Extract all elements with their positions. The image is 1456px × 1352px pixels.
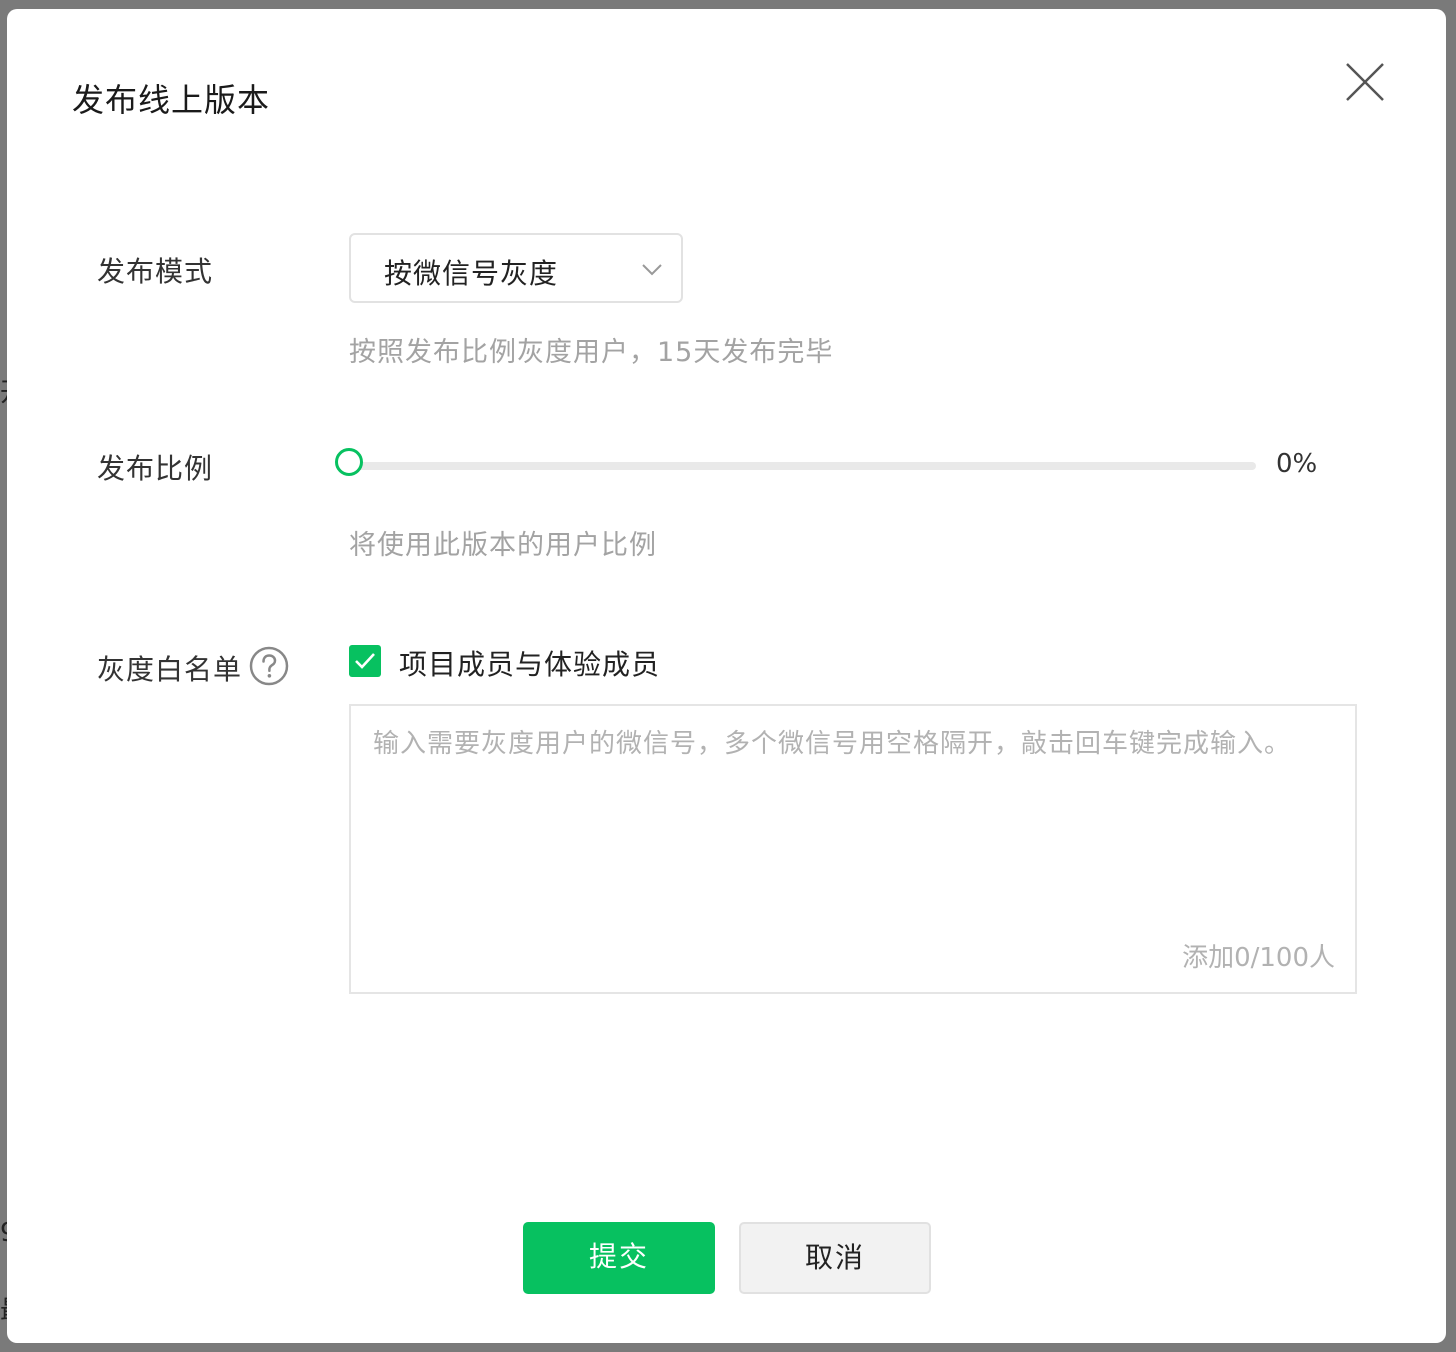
close-icon [1346, 63, 1384, 101]
check-icon [355, 653, 375, 669]
release-ratio-value: 0% [1276, 449, 1318, 479]
release-mode-select[interactable]: 按微信号灰度 [349, 233, 683, 303]
dialog-title: 发布线上版本 [72, 81, 271, 119]
chevron-down-icon [642, 264, 662, 276]
whitelist-label: 灰度白名单 [97, 653, 243, 686]
release-mode-label: 发布模式 [97, 255, 214, 288]
publish-dialog: 发布线上版本 发布模式 按微信号灰度 按照发布比例灰度用户，15天发布完毕 发布… [7, 9, 1446, 1343]
release-ratio-label: 发布比例 [97, 452, 214, 485]
close-button[interactable] [1343, 60, 1387, 104]
members-checkbox[interactable] [349, 645, 381, 677]
wechat-id-input[interactable]: 输入需要灰度用户的微信号，多个微信号用空格隔开，敲击回车键完成输入。 添加0/1… [349, 704, 1357, 994]
members-checkbox-label[interactable]: 项目成员与体验成员 [399, 643, 660, 683]
release-ratio-hint: 将使用此版本的用户比例 [349, 530, 657, 561]
submit-button[interactable]: 提交 [523, 1222, 715, 1294]
release-ratio-slider-handle[interactable] [335, 448, 363, 476]
release-mode-selected-value: 按微信号灰度 [384, 257, 559, 290]
release-mode-hint: 按照发布比例灰度用户，15天发布完毕 [349, 337, 834, 368]
release-ratio-slider[interactable] [335, 448, 1256, 476]
wechat-id-input-placeholder: 输入需要灰度用户的微信号，多个微信号用空格隔开，敲击回车键完成输入。 [373, 729, 1292, 759]
question-circle-icon[interactable] [249, 646, 289, 686]
whitelist-counter: 添加0/100人 [1182, 943, 1335, 973]
cancel-button[interactable]: 取消 [739, 1222, 931, 1294]
